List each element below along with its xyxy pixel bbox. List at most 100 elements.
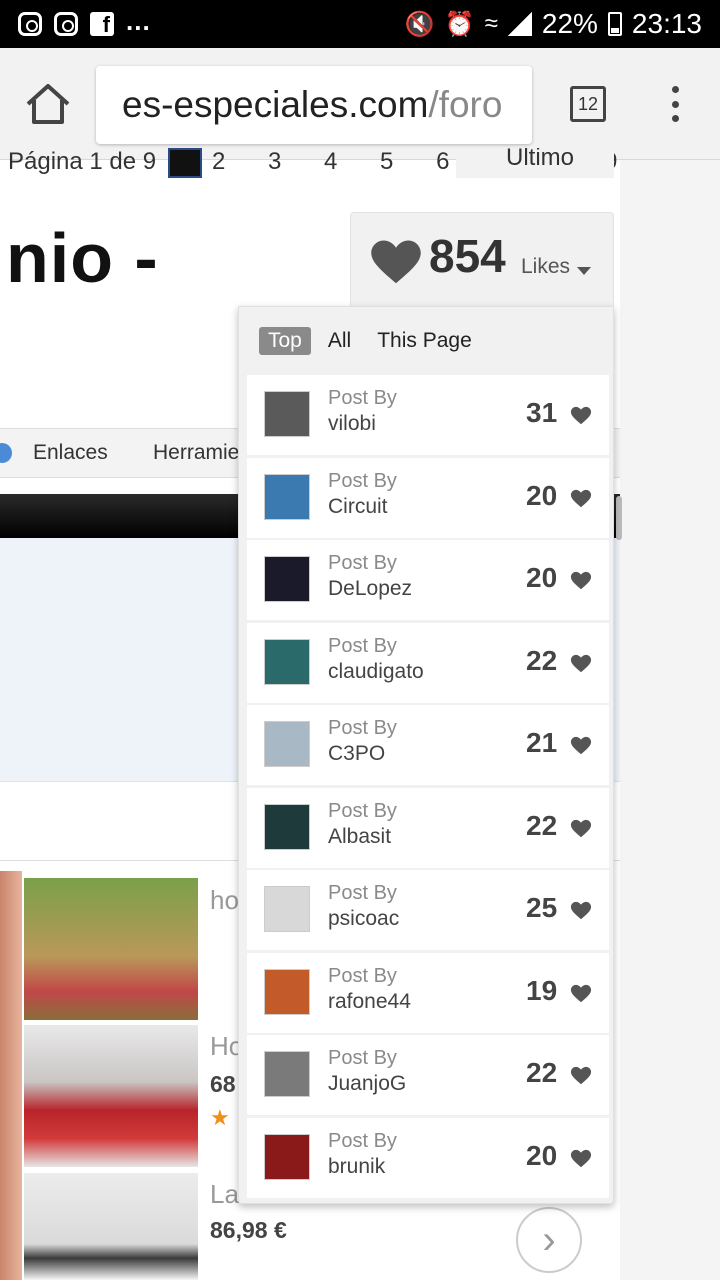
heart-icon <box>570 406 592 425</box>
post-by-label: Post By <box>328 882 397 904</box>
username-link[interactable]: Circuit <box>328 495 388 519</box>
ad-image[interactable] <box>24 1025 198 1167</box>
avatar[interactable] <box>264 721 310 767</box>
post-like-count: 25 <box>526 892 558 923</box>
username-link[interactable]: JuanjoG <box>328 1072 406 1096</box>
likes-filter-tabs: Top All This Page <box>259 327 489 355</box>
signal-icon <box>507 12 532 36</box>
liked-post-row[interactable]: Post By vilobi 31 <box>247 375 609 455</box>
instagram-icon <box>54 12 78 36</box>
clock: 23:13 <box>631 8 702 39</box>
post-like-count: 22 <box>526 644 558 676</box>
globe-icon <box>0 443 12 463</box>
url-bar[interactable]: es-especiales.com/foro <box>96 66 532 144</box>
username-link[interactable]: claudigato <box>328 660 424 684</box>
ad-image[interactable] <box>24 1173 198 1280</box>
status-left: f ... <box>18 6 151 37</box>
web-page: Página 1 de 9 2 3 4 5 6 7 8 9 Último nio… <box>0 148 720 1280</box>
username-link[interactable]: rafone44 <box>328 990 411 1014</box>
username-link[interactable]: C3PO <box>328 742 385 766</box>
liked-post-row[interactable]: Post By C3PO 21 <box>247 705 609 785</box>
avatar[interactable] <box>264 968 310 1015</box>
post-by-label: Post By <box>328 634 397 657</box>
ad-title[interactable]: La <box>210 1179 239 1210</box>
thread-title: nio - <box>6 219 159 297</box>
instagram-icon <box>18 12 42 36</box>
likes-label: Likes <box>521 255 571 278</box>
heart-icon <box>570 901 592 920</box>
avatar[interactable] <box>264 1133 310 1180</box>
heart-icon <box>570 1149 592 1167</box>
post-by-label: Post By <box>328 799 397 822</box>
post-by-label: Post By <box>328 387 397 409</box>
tab-top[interactable]: Top <box>259 327 311 355</box>
mute-icon: 🔇 <box>404 10 435 38</box>
scrollbar[interactable] <box>616 496 622 540</box>
avatar[interactable] <box>264 556 310 602</box>
heart-icon <box>570 1066 592 1085</box>
page-margin <box>620 160 720 1280</box>
liked-post-row[interactable]: Post By DeLopez 20 <box>247 540 609 620</box>
ad-title[interactable]: ho <box>210 885 239 916</box>
nav-enlaces[interactable]: Enlaces <box>33 441 108 465</box>
liked-post-row[interactable]: Post By brunik 20 <box>247 1117 609 1198</box>
avatar[interactable] <box>264 803 310 850</box>
liked-post-row[interactable]: Post By JuanjoG 22 <box>247 1035 609 1115</box>
wifi-icon: ≈ <box>484 10 498 37</box>
liked-post-row[interactable]: Post By claudigato 22 <box>247 622 609 703</box>
ad-image[interactable] <box>24 878 198 1020</box>
status-bar: f ... 🔇 ⏰ ≈ 22% 23:13 <box>0 0 720 48</box>
post-like-count: 20 <box>526 562 558 593</box>
post-by-label: Post By <box>328 964 397 987</box>
heart-icon <box>570 819 592 837</box>
avatar[interactable] <box>264 473 310 520</box>
heart-icon <box>570 489 592 507</box>
post-like-count: 20 <box>526 1139 558 1171</box>
post-like-count: 31 <box>526 397 558 428</box>
tab-all[interactable]: All <box>319 327 360 355</box>
dropdown-caret-icon <box>577 267 591 275</box>
last-page-link[interactable]: Último <box>456 148 614 178</box>
tab-switcher-button[interactable]: 12 <box>570 86 606 122</box>
post-like-count: 22 <box>526 809 558 841</box>
username-link[interactable]: brunik <box>328 1155 385 1179</box>
page-label: Página 1 de 9 <box>8 148 157 175</box>
avatar[interactable] <box>264 1051 310 1097</box>
ad-price: 68 <box>210 1071 236 1097</box>
liked-post-row[interactable]: Post By Circuit 20 <box>247 457 609 538</box>
home-button[interactable] <box>22 80 74 128</box>
ad-next-button[interactable]: › <box>516 1207 582 1273</box>
heart-icon <box>371 240 421 284</box>
avatar[interactable] <box>264 886 310 932</box>
post-like-count: 21 <box>526 727 558 758</box>
post-like-count: 19 <box>526 974 558 1006</box>
battery-icon <box>607 12 622 36</box>
post-by-label: Post By <box>328 552 397 574</box>
url-path: /foro <box>428 84 503 125</box>
tab-this-page[interactable]: This Page <box>368 327 481 355</box>
liked-post-row[interactable]: Post By psicoac 25 <box>247 870 609 950</box>
username-link[interactable]: Albasit <box>328 825 391 849</box>
likes-summary[interactable]: 854 Likes <box>350 212 614 316</box>
liked-post-row[interactable]: Post By rafone44 19 <box>247 952 609 1033</box>
post-by-label: Post By <box>328 1129 397 1152</box>
username-link[interactable]: vilobi <box>328 412 376 436</box>
chevron-right-icon: › <box>542 1218 556 1262</box>
username-link[interactable]: DeLopez <box>328 577 412 601</box>
overflow-menu-button[interactable] <box>668 86 682 122</box>
heart-icon <box>570 571 592 590</box>
avatar[interactable] <box>264 638 310 685</box>
username-link[interactable]: psicoac <box>328 907 399 931</box>
current-page-button[interactable] <box>168 148 202 178</box>
heart-icon <box>570 654 592 672</box>
post-like-count: 20 <box>526 479 558 511</box>
avatar[interactable] <box>264 391 310 437</box>
home-icon <box>26 84 70 124</box>
phone-screen: f ... 🔇 ⏰ ≈ 22% 23:13 es-especiales.com/… <box>0 0 720 1280</box>
battery-percent: 22% <box>541 8 598 39</box>
status-right: 🔇 ⏰ ≈ 22% 23:13 <box>405 8 702 40</box>
nav-herramientas[interactable]: Herramie <box>153 441 239 465</box>
liked-post-row[interactable]: Post By Albasit 22 <box>247 787 609 868</box>
rating-star-icon: ★ <box>210 1105 230 1130</box>
post-by-label: Post By <box>328 469 397 492</box>
